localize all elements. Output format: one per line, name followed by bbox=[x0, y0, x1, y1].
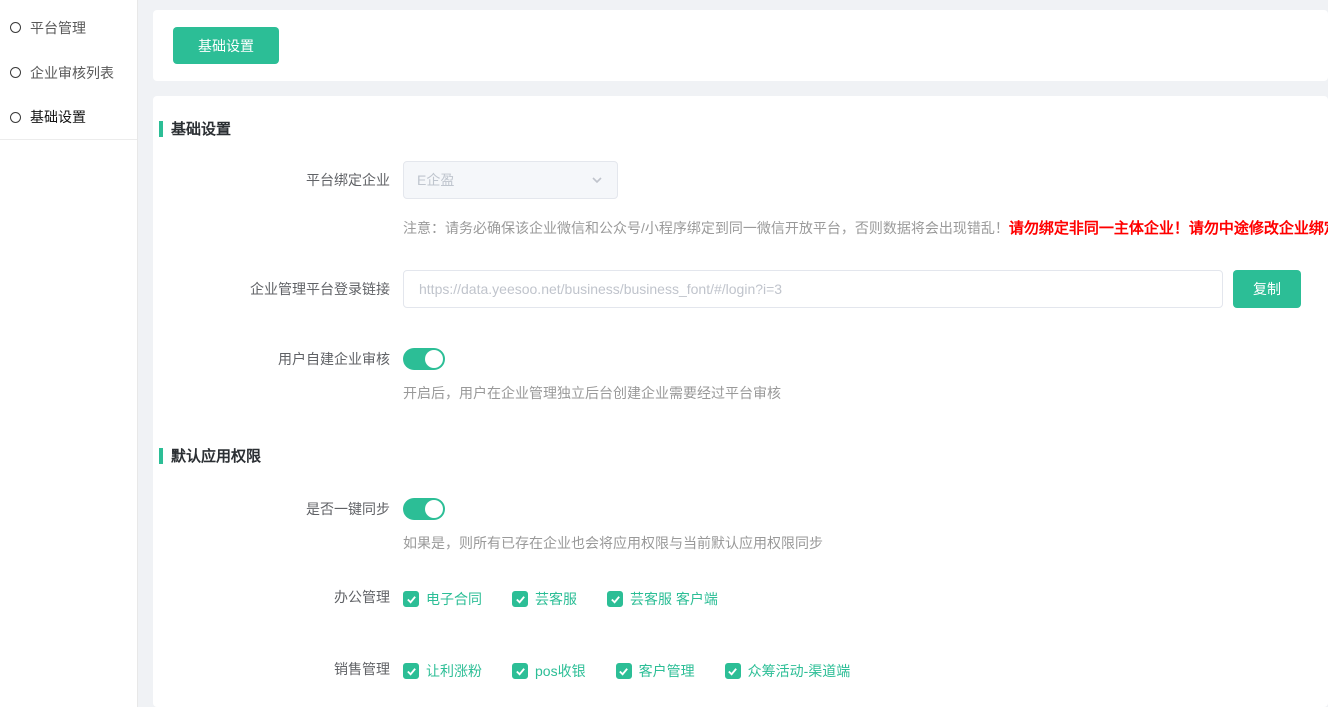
app-group-label: 办公管理 bbox=[153, 589, 403, 606]
checkbox-box bbox=[607, 591, 623, 607]
note-gray-text: 注意：请务必确保该企业微信和公众号/小程序绑定到同一微信开放平台，否则数据将会出… bbox=[403, 220, 1009, 236]
checkbox-label: 电子合同 bbox=[426, 589, 482, 609]
checkbox-app[interactable]: 芸客服 bbox=[512, 589, 577, 609]
audit-help-text: 开启后，用户在企业管理独立后台创建企业需要经过平台审核 bbox=[403, 383, 1328, 403]
sidebar-item-basic-settings[interactable]: 基础设置 bbox=[0, 95, 137, 140]
login-link-label: 企业管理平台登录链接 bbox=[153, 270, 403, 308]
checkbox-label: 众筹活动-渠道端 bbox=[748, 661, 851, 681]
checkmark-icon bbox=[406, 666, 417, 677]
section-header-basic: 基础设置 bbox=[159, 118, 1328, 139]
radio-circle-icon bbox=[10, 112, 21, 123]
radio-circle-icon bbox=[10, 22, 21, 33]
radio-circle-icon bbox=[10, 67, 21, 78]
sidebar-item-enterprise-audit-list[interactable]: 企业审核列表 bbox=[0, 50, 137, 95]
checkmark-icon bbox=[727, 666, 738, 677]
checkbox-app[interactable]: 电子合同 bbox=[403, 589, 482, 609]
switch-knob bbox=[425, 500, 443, 518]
bind-warning-note: 注意：请务必确保该企业微信和公众号/小程序绑定到同一微信开放平台，否则数据将会出… bbox=[403, 217, 1328, 238]
login-link-input[interactable] bbox=[403, 270, 1223, 308]
section-title: 基础设置 bbox=[171, 118, 231, 139]
app-group-office: 办公管理 电子合同 芸客服 芸客服 客户端 bbox=[153, 589, 1328, 609]
sync-toggle-switch[interactable] bbox=[403, 498, 445, 520]
checkbox-app[interactable]: 客户管理 bbox=[616, 661, 695, 681]
sidebar-item-label: 平台管理 bbox=[30, 18, 86, 38]
audit-toggle-row: 用户自建企业审核 bbox=[153, 348, 1328, 370]
sidebar-item-label: 基础设置 bbox=[30, 107, 86, 127]
sidebar: 平台管理 企业审核列表 基础设置 bbox=[0, 0, 138, 707]
tab-bar-card: 基础设置 bbox=[153, 10, 1328, 81]
copy-button[interactable]: 复制 bbox=[1233, 270, 1301, 308]
checkbox-group: 电子合同 芸客服 芸客服 客户端 bbox=[403, 589, 718, 609]
chevron-down-icon bbox=[590, 173, 604, 187]
login-link-row: 企业管理平台登录链接 复制 bbox=[153, 270, 1328, 308]
checkbox-box bbox=[512, 663, 528, 679]
section-header-permissions: 默认应用权限 bbox=[159, 445, 1328, 466]
section-title: 默认应用权限 bbox=[171, 445, 261, 466]
platform-bind-row: 平台绑定企业 E企盈 bbox=[153, 161, 1328, 199]
checkbox-group: 让利涨粉 pos收银 客户管理 众筹活动-渠道端 bbox=[403, 661, 850, 681]
tab-basic-settings-button[interactable]: 基础设置 bbox=[173, 27, 279, 64]
sync-toggle-row: 是否一键同步 bbox=[153, 498, 1328, 520]
checkbox-label: 芸客服 客户端 bbox=[630, 589, 718, 609]
audit-toggle-switch[interactable] bbox=[403, 348, 445, 370]
checkbox-box bbox=[616, 663, 632, 679]
section-accent-bar bbox=[159, 448, 163, 464]
checkmark-icon bbox=[618, 666, 629, 677]
checkbox-app[interactable]: pos收银 bbox=[512, 661, 586, 681]
sidebar-item-label: 企业审核列表 bbox=[30, 63, 114, 83]
app-group-sales: 销售管理 让利涨粉 pos收银 客户管理 众筹活动-渠道端 bbox=[153, 661, 1328, 681]
note-red-text: 请勿绑定非同一主体企业！请勿中途修改企业绑定！ bbox=[1009, 220, 1328, 237]
sync-toggle-label: 是否一键同步 bbox=[153, 498, 403, 520]
checkbox-box bbox=[403, 663, 419, 679]
app-group-label: 销售管理 bbox=[153, 661, 403, 678]
checkbox-label: 芸客服 bbox=[535, 589, 577, 609]
platform-bind-value: E企盈 bbox=[417, 170, 454, 190]
checkmark-icon bbox=[515, 594, 526, 605]
checkbox-label: pos收银 bbox=[535, 661, 586, 681]
audit-toggle-label: 用户自建企业审核 bbox=[153, 348, 403, 370]
settings-card: 基础设置 平台绑定企业 E企盈 注意：请务必确保该企业微信和公众号/小程序绑定到… bbox=[153, 96, 1328, 707]
checkbox-box bbox=[512, 591, 528, 607]
platform-bind-select[interactable]: E企盈 bbox=[403, 161, 618, 199]
sync-help-text: 如果是，则所有已存在企业也会将应用权限与当前默认应用权限同步 bbox=[403, 533, 1328, 553]
checkbox-app[interactable]: 芸客服 客户端 bbox=[607, 589, 718, 609]
section-accent-bar bbox=[159, 121, 163, 137]
main-content: 基础设置 基础设置 平台绑定企业 E企盈 注意：请务必确保该企业微信和公众号/小… bbox=[153, 0, 1328, 707]
checkbox-label: 让利涨粉 bbox=[426, 661, 482, 681]
checkmark-icon bbox=[515, 666, 526, 677]
checkmark-icon bbox=[406, 594, 417, 605]
platform-bind-label: 平台绑定企业 bbox=[153, 161, 403, 199]
checkbox-app[interactable]: 让利涨粉 bbox=[403, 661, 482, 681]
checkmark-icon bbox=[610, 594, 621, 605]
checkbox-box bbox=[725, 663, 741, 679]
checkbox-box bbox=[403, 591, 419, 607]
switch-knob bbox=[425, 350, 443, 368]
checkbox-label: 客户管理 bbox=[639, 661, 695, 681]
checkbox-app[interactable]: 众筹活动-渠道端 bbox=[725, 661, 851, 681]
sidebar-item-platform-management[interactable]: 平台管理 bbox=[0, 5, 137, 50]
